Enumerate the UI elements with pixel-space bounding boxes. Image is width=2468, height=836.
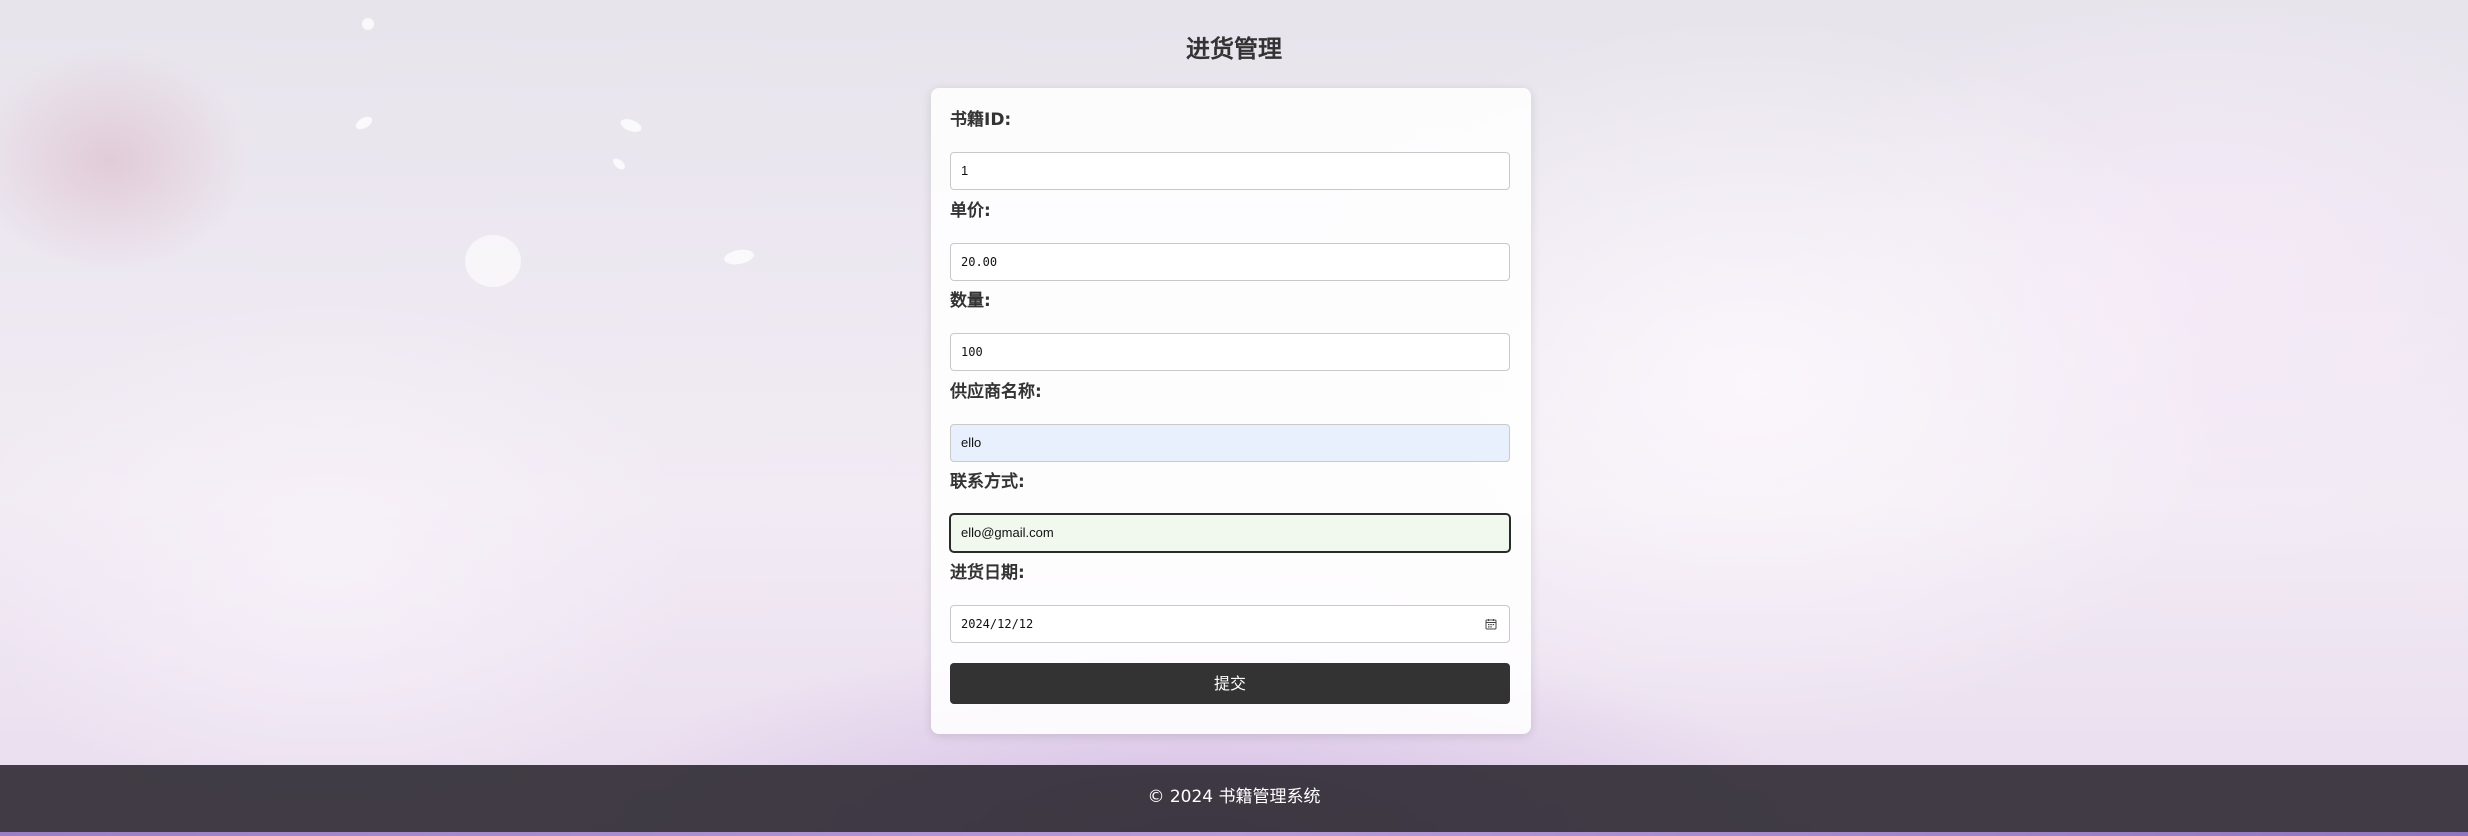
background-petal (618, 116, 644, 135)
background-petal (362, 18, 374, 30)
footer: © 2024 书籍管理系统 (0, 765, 2468, 832)
purchase-date-input[interactable]: 2024/12/12 (950, 605, 1510, 643)
footer-copyright: © 2024 书籍管理系统 (1147, 787, 1321, 807)
background-petal (611, 156, 627, 172)
page-title: 进货管理 (1186, 35, 1282, 63)
purchase-form: 书籍ID: 1 单价: 20.00 数量: 100 供应商名称: ello 联系… (931, 88, 1531, 734)
contact-input[interactable]: ello@gmail.com (950, 514, 1510, 552)
purchase-date-value: 2024/12/12 (961, 617, 1034, 631)
book-id-label: 书籍ID: (950, 110, 1012, 130)
purchase-date-label: 进货日期: (950, 563, 1025, 583)
unit-price-input[interactable]: 20.00 (950, 243, 1510, 281)
contact-label: 联系方式: (950, 472, 1025, 492)
quantity-label: 数量: (950, 291, 991, 311)
background-petal (465, 235, 521, 287)
supplier-name-input[interactable]: ello (950, 424, 1510, 462)
background-petal (353, 114, 375, 132)
calendar-icon[interactable] (1485, 618, 1497, 630)
bottom-strip (0, 832, 2468, 836)
unit-price-label: 单价: (950, 201, 991, 221)
supplier-name-label: 供应商名称: (950, 382, 1042, 402)
background-petal (723, 247, 755, 267)
quantity-input[interactable]: 100 (950, 333, 1510, 371)
book-id-input[interactable]: 1 (950, 152, 1510, 190)
submit-button[interactable]: 提交 (950, 663, 1510, 704)
